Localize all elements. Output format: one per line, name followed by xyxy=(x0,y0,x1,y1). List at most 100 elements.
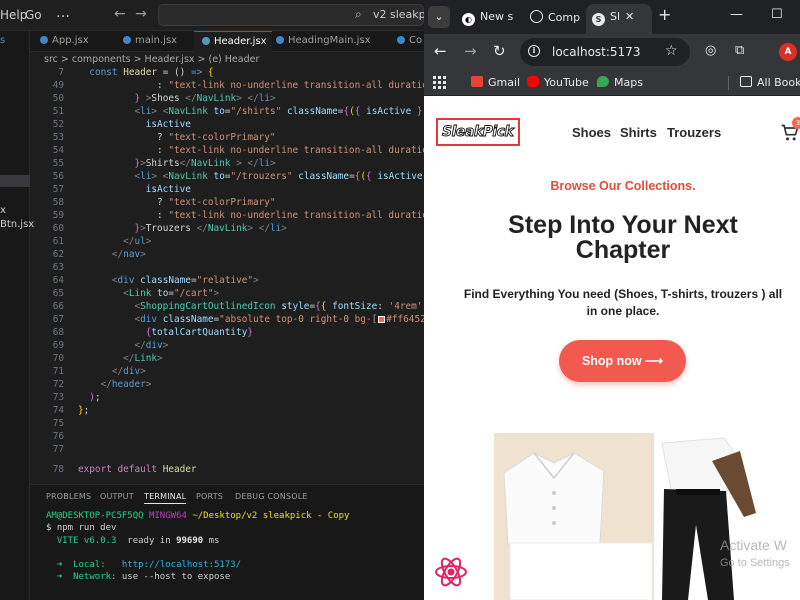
code-line: 76 xyxy=(52,431,64,442)
editor-tabs: App.jsx main.jsx Header.jsx HeadingMain.… xyxy=(30,31,424,52)
forward-icon[interactable]: → xyxy=(464,42,477,60)
code-line: 53 ? "text-colorPrimary" xyxy=(52,132,276,143)
forward-arrow-icon[interactable]: → xyxy=(135,6,147,22)
code-line: 62 </nav> xyxy=(52,249,146,260)
extensions-puzzle-icon[interactable]: ⧉ xyxy=(735,43,744,58)
menu-help[interactable]: Help xyxy=(0,8,27,22)
terminal-panel: PROBLEMS OUTPUT TERMINAL PORTS DEBUG CON… xyxy=(30,484,424,600)
apps-grid-icon[interactable] xyxy=(433,76,446,89)
code-line: 71 </div> xyxy=(52,366,146,377)
cart-count-badge: 3 xyxy=(792,117,800,129)
bookmark-youtube[interactable]: YouTube xyxy=(527,76,589,89)
react-file-icon xyxy=(40,36,48,44)
terminal-vite-ready: VITE v6.0.3 ready in 99690 ms xyxy=(56,536,220,546)
hero-headline: Step Into Your Next Chapter xyxy=(508,211,738,264)
local-url-link[interactable]: http://localhost:5173/ xyxy=(122,560,241,570)
react-file-icon xyxy=(202,37,210,45)
panel-tab-debug-console[interactable]: DEBUG CONSOLE xyxy=(235,492,308,501)
url-text[interactable]: localhost:5173 xyxy=(552,45,640,59)
panel-tab-ports[interactable]: PORTS xyxy=(196,492,223,501)
react-devtools-icon[interactable] xyxy=(434,557,468,587)
maximize-icon[interactable]: ☐ xyxy=(771,7,783,22)
shop-now-button[interactable]: Shop now ⟶ xyxy=(559,340,686,382)
explorer-item-partial[interactable]: x xyxy=(0,205,6,216)
panel-tab-terminal[interactable]: TERMINAL xyxy=(144,492,187,504)
maps-icon xyxy=(597,76,609,87)
code-line: 65 <Link to="/cart"> xyxy=(52,288,220,299)
code-line: 69 </div> xyxy=(52,340,169,351)
terminal-network: ➜ Network: use --host to expose xyxy=(56,572,231,582)
nav-link-shoes[interactable]: Shoes xyxy=(572,125,611,140)
code-line: 75 xyxy=(52,418,64,429)
code-line: 74}; xyxy=(52,405,90,416)
code-line: 60 }>Trouzers </NavLink> </li> xyxy=(52,223,287,234)
hero-subtitle: Find Everything You need (Shoes, T-shirt… xyxy=(463,287,783,318)
code-line: 57 isActive xyxy=(52,184,191,195)
code-line: 72 </header> xyxy=(52,379,152,390)
tab-comp[interactable]: Comp xyxy=(530,4,580,30)
site-info-icon[interactable]: i xyxy=(528,45,540,57)
tab-main-jsx[interactable]: main.jsx xyxy=(123,31,177,52)
minimize-icon[interactable]: — xyxy=(730,7,743,22)
code-editor[interactable]: 7 const Header = () => { 48 49 : "text-l… xyxy=(30,66,424,480)
code-line: 56 <li> <NavLink to="/trouzers" classNam… xyxy=(52,171,423,182)
all-bookmarks[interactable]: All Bookm xyxy=(740,76,800,89)
windows-activation-watermark-sub: Go to Settings xyxy=(720,557,790,569)
code-line: 54 : "text-link no-underline transition-… xyxy=(52,145,424,156)
tab-new-s[interactable]: ◐ New s xyxy=(462,4,513,30)
code-line: 50 } >Shoes </NavLink> </li> xyxy=(52,93,276,104)
panel-tab-problems[interactable]: PROBLEMS xyxy=(46,492,91,501)
nav-link-trouzers[interactable]: Trouzers xyxy=(667,125,721,140)
brand-logo[interactable]: SleakPick xyxy=(436,118,520,146)
gmail-icon xyxy=(471,76,483,87)
code-line: 63 xyxy=(52,262,64,273)
chrome-tabbar: ⌄ ◐ New s Comp S Sl ✕ + — ☐ xyxy=(424,0,800,34)
tab-app-jsx[interactable]: App.jsx xyxy=(40,31,89,52)
breadcrumb[interactable]: src > components > Header.jsx > (e) Head… xyxy=(44,54,259,65)
nav-link-shirts[interactable]: Shirts xyxy=(620,125,657,140)
command-center-search[interactable]: ⌕ v2 sleakpick xyxy=(158,4,424,26)
code-line: 55 }>Shirts</NavLink > </li> xyxy=(52,158,276,169)
search-text: v2 sleakpick xyxy=(373,8,424,21)
bookmark-gmail[interactable]: Gmail xyxy=(471,76,520,89)
terminal-command: $ npm run dev xyxy=(46,523,117,533)
github-icon: ◐ xyxy=(462,13,475,26)
collections-kicker: Browse Our Collections. xyxy=(550,179,696,193)
code-line: 68 {totalCartQuantity} xyxy=(52,327,253,338)
vscode-window: Help Go … ← → ⌕ v2 sleakpick s x Btn.jsx… xyxy=(0,0,424,600)
back-arrow-icon[interactable]: ← xyxy=(114,6,126,22)
terminal-local: ➜ Local: http://localhost:5173/ xyxy=(56,560,242,570)
menu-go[interactable]: Go xyxy=(25,8,42,22)
more-menu-icon[interactable]: … xyxy=(56,5,70,21)
bookmark-maps[interactable]: Maps xyxy=(597,76,643,89)
web-page: SleakPick Shoes Shirts Trouzers 3 Browse… xyxy=(424,97,800,600)
extension-icon[interactable]: ◎ xyxy=(705,43,716,58)
hero-product-image xyxy=(494,433,800,600)
tab-headingmain-jsx[interactable]: HeadingMain.jsx xyxy=(276,31,371,52)
explorer-sidebar: s x Btn.jsx xyxy=(0,31,34,600)
profile-avatar[interactable]: A xyxy=(779,43,797,61)
reload-icon[interactable]: ↻ xyxy=(493,42,506,60)
panel-tab-output[interactable]: OUTPUT xyxy=(100,492,134,501)
code-line: 58 ? "text-colorPrimary" xyxy=(52,197,276,208)
code-line: 49 : "text-link no-underline transition-… xyxy=(52,80,424,91)
code-line: 67 <div className="absolute top-0 right-… xyxy=(52,314,424,325)
tab-search-button[interactable]: ⌄ xyxy=(428,6,450,28)
youtube-icon xyxy=(527,76,539,87)
tab-sleakpick[interactable]: S Sl ✕ xyxy=(586,4,652,34)
tab-header-jsx[interactable]: Header.jsx xyxy=(194,31,272,52)
explorer-selected-row[interactable] xyxy=(0,175,30,187)
chrome-window: ⌄ ◐ New s Comp S Sl ✕ + — ☐ ← → ↻ i localho… xyxy=(424,0,800,600)
explorer-item-partial[interactable]: s xyxy=(0,35,5,46)
code-line: 51 <li> <NavLink to="/shirts" className=… xyxy=(52,106,424,117)
code-line: 66 <ShoppingCartOutlinedIcon style={{ fo… xyxy=(52,301,424,312)
back-icon[interactable]: ← xyxy=(434,42,447,60)
tab-partial[interactable]: Co xyxy=(397,31,422,52)
code-line: 70 </Link> xyxy=(52,353,163,364)
new-tab-button[interactable]: + xyxy=(658,5,671,24)
react-file-icon xyxy=(397,36,405,44)
close-tab-icon[interactable]: ✕ xyxy=(625,10,634,23)
code-line: 73 ); xyxy=(52,392,101,403)
sleakpick-icon: S xyxy=(592,13,605,26)
bookmark-star-icon[interactable]: ☆ xyxy=(665,43,678,59)
